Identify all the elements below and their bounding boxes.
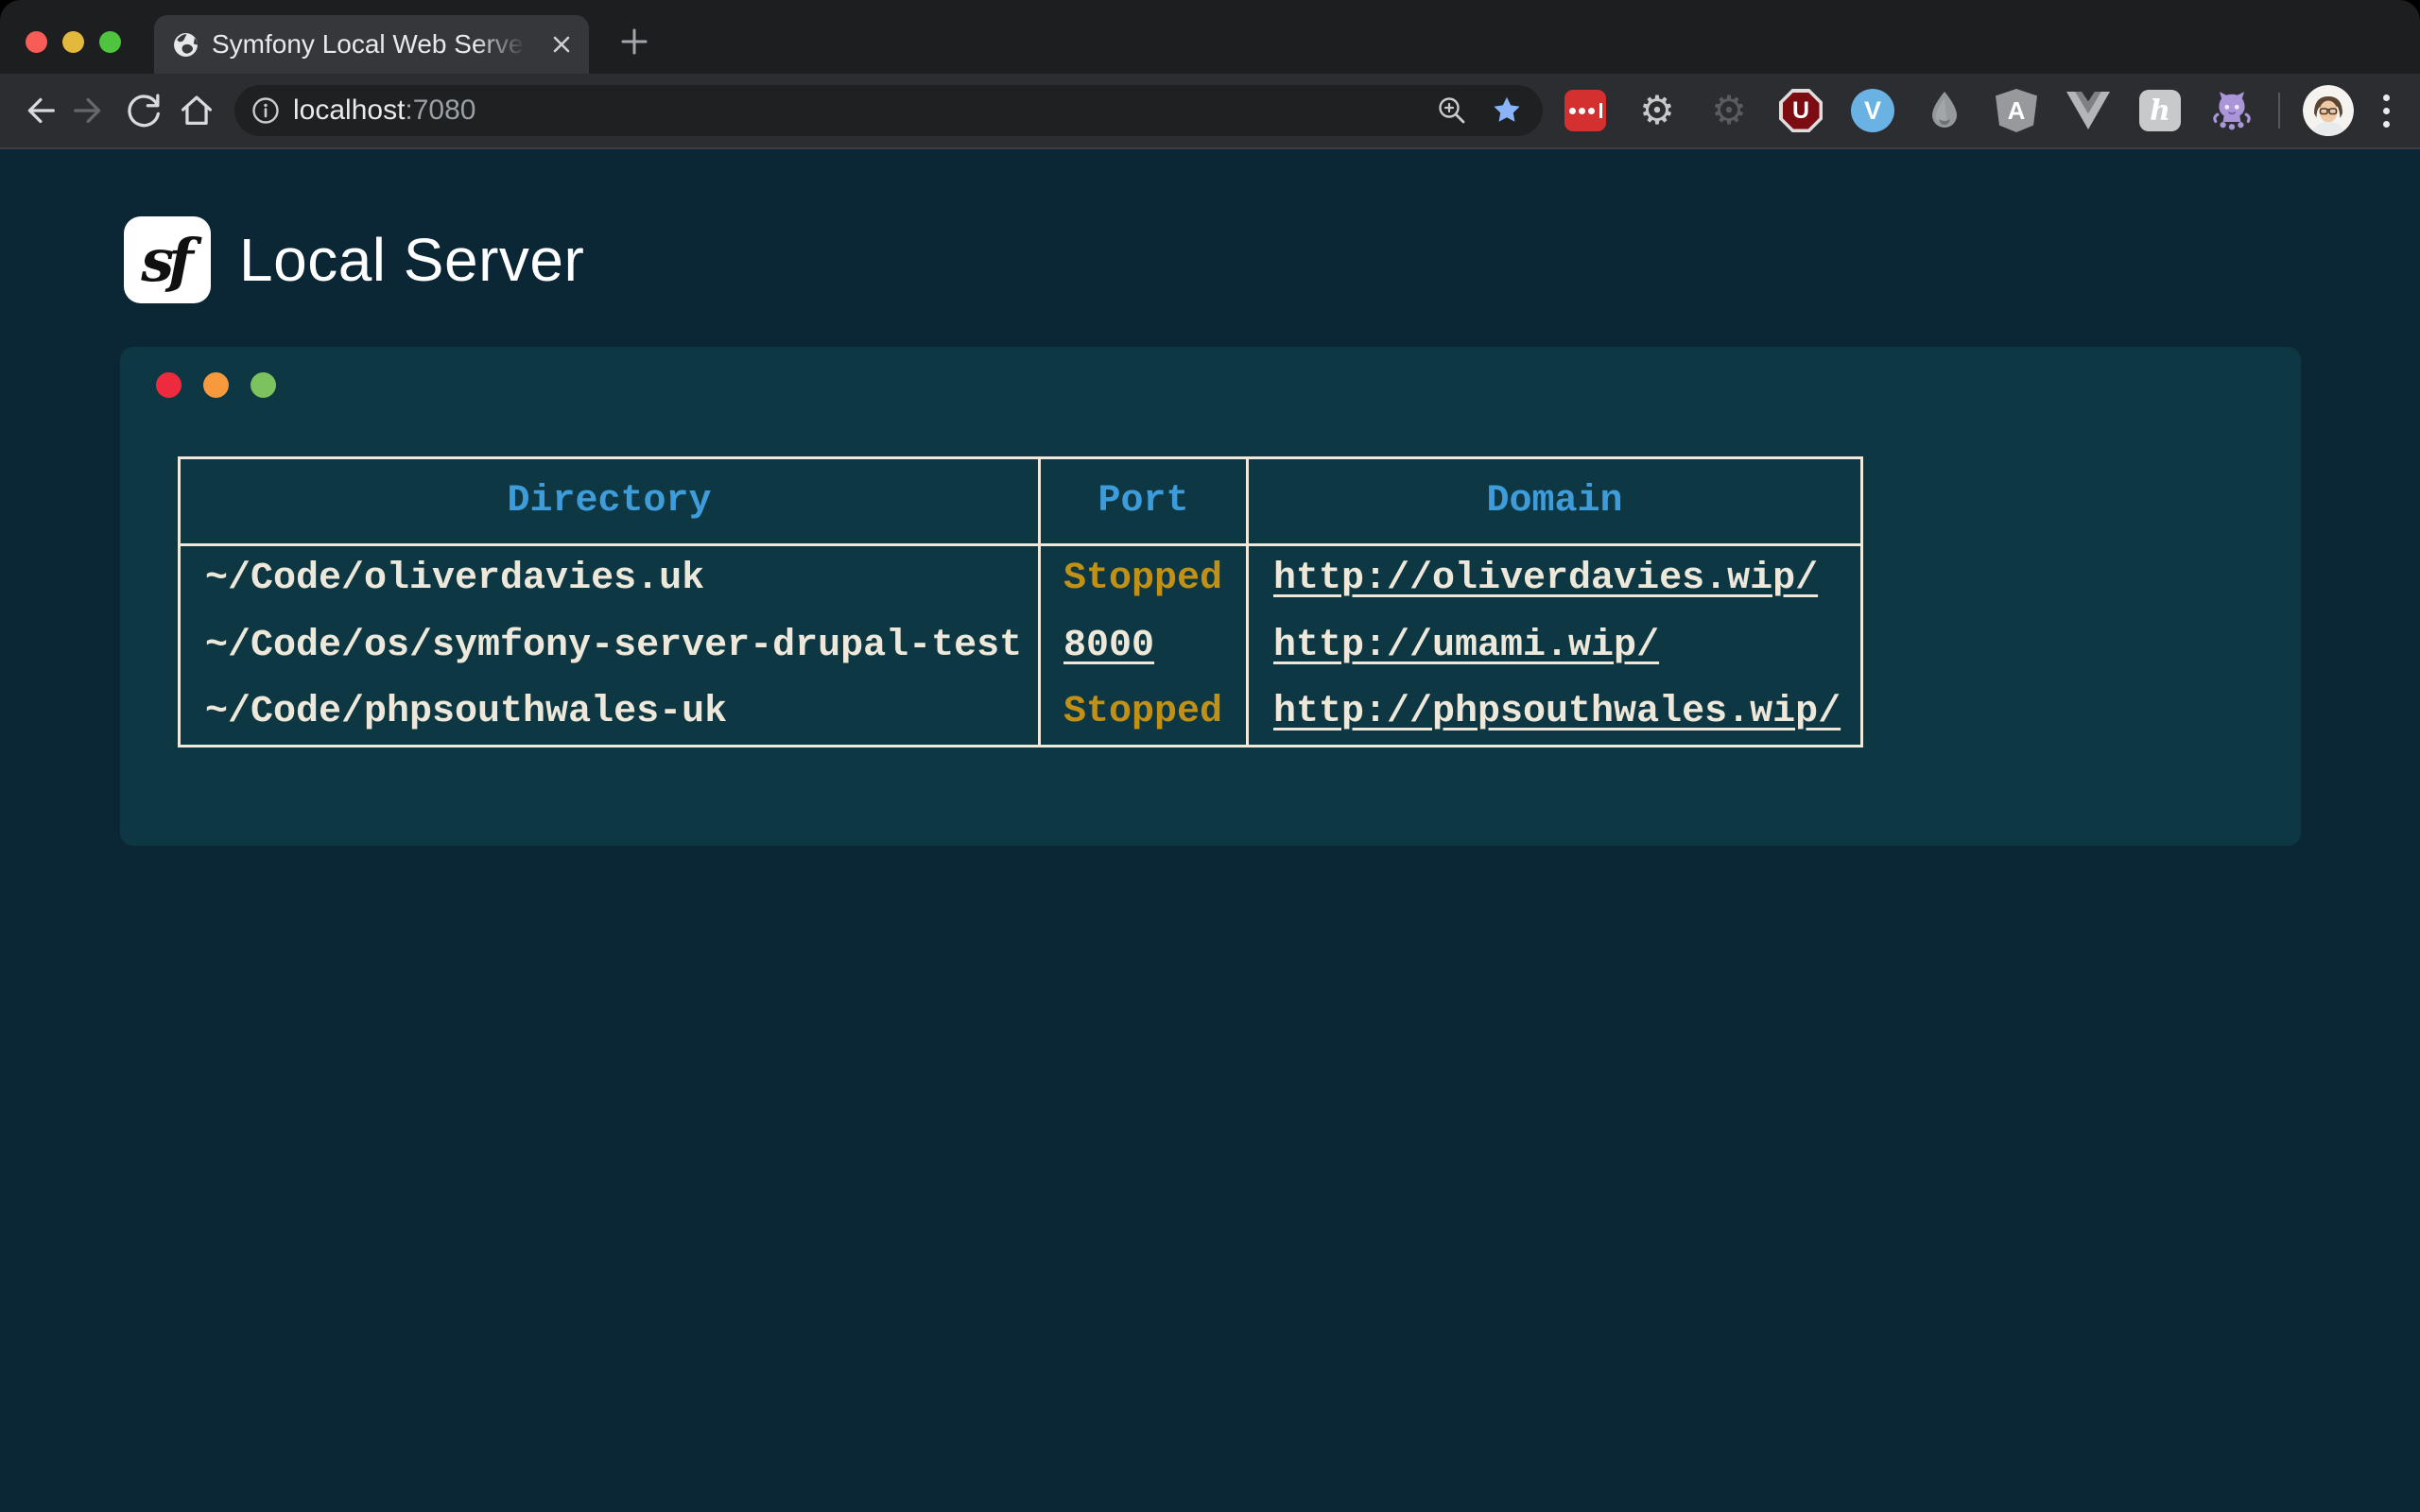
panel-red-dot bbox=[156, 372, 182, 398]
tab-close-icon[interactable] bbox=[545, 28, 578, 60]
table-row: ~/Code/oliverdavies.uk Stopped http://ol… bbox=[180, 545, 1862, 612]
home-button[interactable] bbox=[170, 84, 223, 137]
url-text[interactable]: localhost:7080 bbox=[293, 94, 475, 127]
port-cell: 8000 bbox=[1040, 612, 1248, 679]
profile-avatar[interactable] bbox=[2303, 85, 2354, 136]
reload-button[interactable] bbox=[117, 84, 170, 137]
browser-window: Symfony Local Web Server: Prox bbox=[0, 0, 2420, 1512]
window-controls bbox=[26, 31, 121, 53]
drupal-extension-icon[interactable] bbox=[1923, 89, 1966, 132]
proxy-table: Directory Port Domain ~/Code/oliverdavie… bbox=[178, 456, 1863, 747]
address-bar[interactable]: localhost:7080 bbox=[234, 85, 1543, 136]
vue-extension-icon[interactable] bbox=[2066, 89, 2110, 132]
directory-cell: ~/Code/os/symfony-server-drupal-test bbox=[180, 612, 1040, 679]
page-content: sf Local Server Directory Port Domain bbox=[0, 149, 2420, 1512]
domain-link[interactable]: http://phpsouthwales.wip/ bbox=[1273, 691, 1841, 733]
browser-menu-icon[interactable] bbox=[2367, 88, 2405, 133]
url-port: :7080 bbox=[405, 94, 475, 126]
site-info-icon[interactable] bbox=[251, 96, 280, 125]
window-close-button[interactable] bbox=[26, 31, 47, 53]
domain-cell: http://oliverdavies.wip/ bbox=[1248, 545, 1862, 612]
directory-cell: ~/Code/oliverdavies.uk bbox=[180, 545, 1040, 612]
tab-title: Symfony Local Web Server: Prox bbox=[212, 29, 532, 60]
gear-extension-icon[interactable]: ⚙ bbox=[1635, 89, 1679, 132]
port-cell: Stopped bbox=[1040, 545, 1248, 612]
status-stopped-badge: Stopped bbox=[1063, 558, 1222, 600]
bookmark-star-icon[interactable] bbox=[1486, 90, 1528, 131]
new-tab-button[interactable] bbox=[614, 21, 655, 62]
globe-favicon-icon bbox=[173, 32, 199, 58]
browser-toolbar: localhost:7080 ⚙ bbox=[0, 74, 2420, 149]
gear-disabled-extension-icon[interactable]: ⚙ bbox=[1707, 89, 1751, 132]
status-stopped-badge: Stopped bbox=[1063, 691, 1222, 733]
panel-orange-dot bbox=[203, 372, 229, 398]
password-manager-extension-icon[interactable] bbox=[1564, 89, 1607, 132]
table-row: ~/Code/os/symfony-server-drupal-test 800… bbox=[180, 612, 1862, 679]
tab-strip: Symfony Local Web Server: Prox bbox=[0, 0, 2420, 74]
brand-header: sf Local Server bbox=[124, 216, 2420, 303]
column-header-domain: Domain bbox=[1248, 458, 1862, 545]
column-header-port: Port bbox=[1040, 458, 1248, 545]
forward-button[interactable] bbox=[64, 84, 117, 137]
panel-window-dots bbox=[156, 372, 2301, 398]
table-row: ~/Code/phpsouthwales-uk Stopped http://p… bbox=[180, 679, 1862, 747]
url-host: localhost bbox=[293, 94, 405, 126]
window-minimize-button[interactable] bbox=[62, 31, 84, 53]
window-zoom-button[interactable] bbox=[99, 31, 121, 53]
panel-green-dot bbox=[251, 372, 276, 398]
table-header-row: Directory Port Domain bbox=[180, 458, 1862, 545]
angular-extension-icon[interactable]: A bbox=[1995, 89, 2038, 132]
port-cell: Stopped bbox=[1040, 679, 1248, 747]
port-link[interactable]: 8000 bbox=[1063, 625, 1154, 667]
toolbar-divider bbox=[2278, 93, 2280, 129]
column-header-directory: Directory bbox=[180, 458, 1040, 545]
zoom-level-icon[interactable] bbox=[1431, 90, 1473, 131]
domain-cell: http://phpsouthwales.wip/ bbox=[1248, 679, 1862, 747]
symfony-logo-glyph: sf bbox=[141, 226, 194, 295]
vimium-extension-icon[interactable]: V bbox=[1851, 89, 1894, 132]
extensions-area: ⚙ ⚙ U V A bbox=[1554, 89, 2269, 132]
h-extension-icon[interactable]: h bbox=[2138, 89, 2182, 132]
github-octocat-extension-icon[interactable] bbox=[2210, 89, 2254, 132]
browser-tab[interactable]: Symfony Local Web Server: Prox bbox=[154, 15, 589, 74]
ublock-extension-icon[interactable]: U bbox=[1779, 89, 1823, 132]
server-panel: Directory Port Domain ~/Code/oliverdavie… bbox=[120, 347, 2301, 846]
directory-cell: ~/Code/phpsouthwales-uk bbox=[180, 679, 1040, 747]
symfony-logo-icon: sf bbox=[124, 216, 211, 303]
back-button[interactable] bbox=[11, 84, 64, 137]
domain-link[interactable]: http://oliverdavies.wip/ bbox=[1273, 558, 1818, 600]
domain-cell: http://umami.wip/ bbox=[1248, 612, 1862, 679]
page-title: Local Server bbox=[239, 225, 584, 295]
domain-link[interactable]: http://umami.wip/ bbox=[1273, 625, 1659, 667]
